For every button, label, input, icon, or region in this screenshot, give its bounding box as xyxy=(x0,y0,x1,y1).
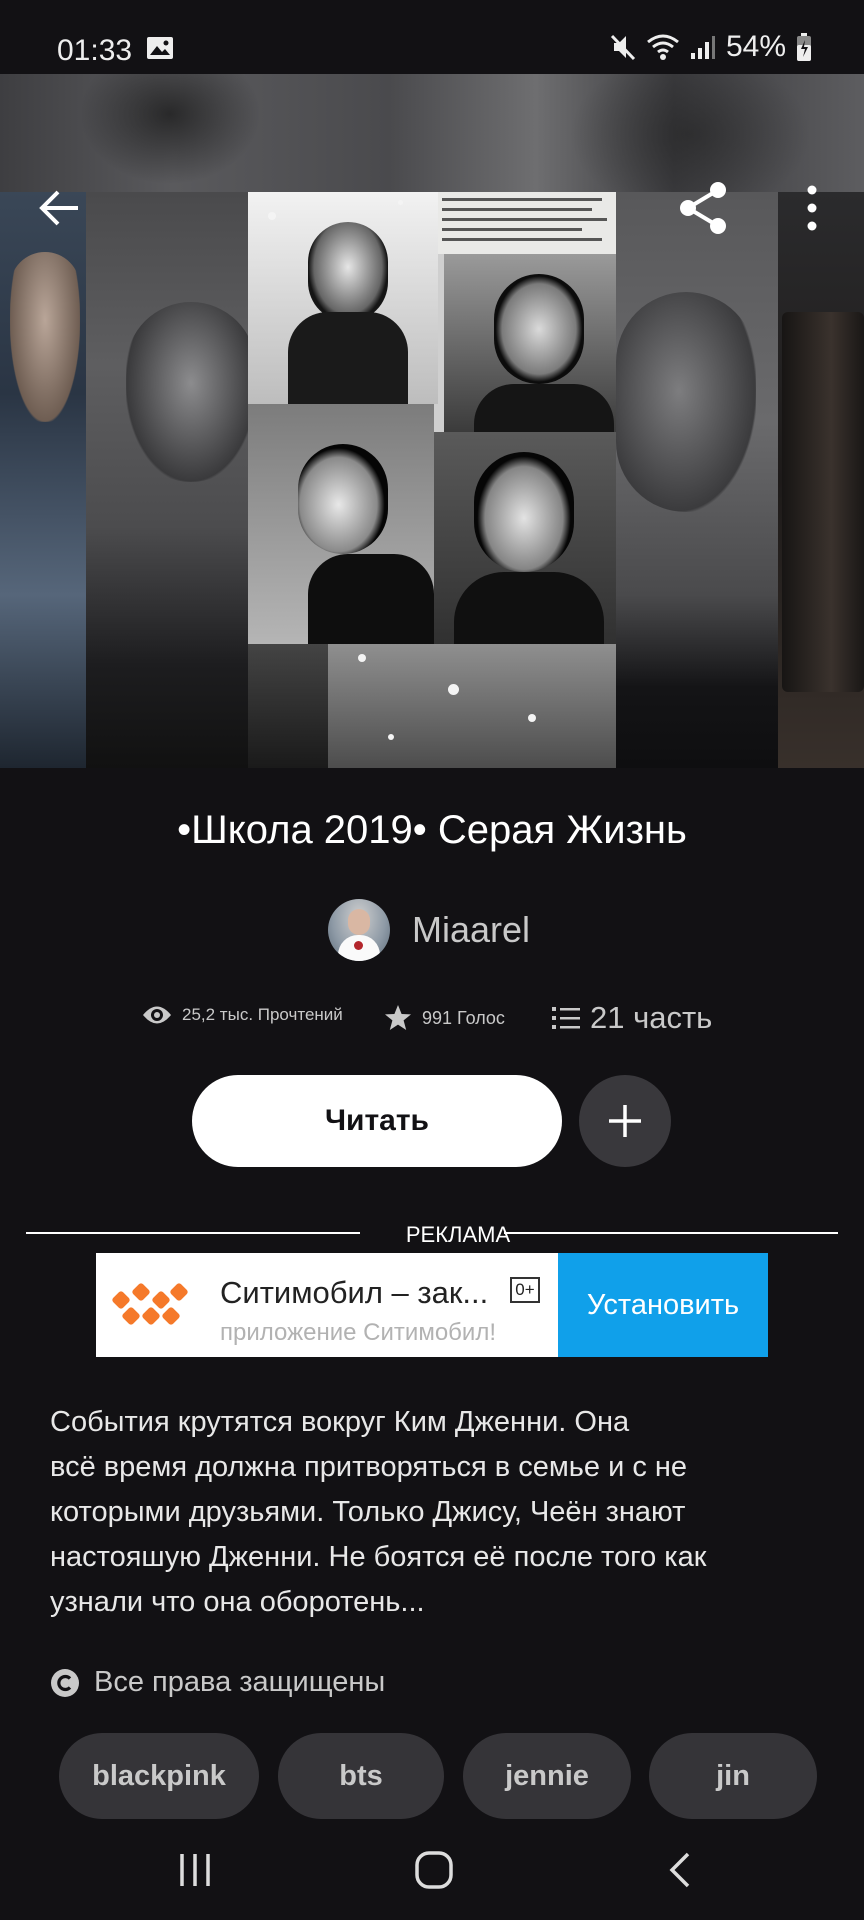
cover-carousel-prev-far[interactable] xyxy=(0,192,86,768)
ad-subtitle: приложение Ситимобил! xyxy=(220,1319,496,1346)
description-line: которыми друзьями. Только Джису, Чеён зн… xyxy=(50,1496,686,1528)
header-background xyxy=(0,74,864,194)
citymobil-logo-icon xyxy=(112,1283,188,1325)
votes-stat: 991 Голос xyxy=(384,1004,505,1032)
story-description: События крутятся вокруг Ким Дженни. Она … xyxy=(50,1400,810,1625)
avatar[interactable] xyxy=(328,899,390,961)
signal-icon xyxy=(690,36,715,59)
add-to-library-button[interactable] xyxy=(579,1075,671,1167)
copyright-row: Все права защищены xyxy=(50,1666,385,1699)
parts-count[interactable]: 21 часть xyxy=(590,1000,712,1036)
ad-banner[interactable]: Ситимобил – зак... 0+ приложение Ситимоб… xyxy=(96,1253,768,1357)
plus-icon xyxy=(609,1105,641,1137)
share-icon[interactable] xyxy=(674,178,734,238)
cover-photo-4 xyxy=(434,432,616,672)
tag-list: blackpink bts jennie jin xyxy=(0,1733,864,1819)
status-time: 01:33 xyxy=(57,34,133,67)
ad-age-rating: 0+ xyxy=(510,1277,540,1303)
cover-photo-3 xyxy=(248,404,434,644)
votes-count: 991 Голос xyxy=(422,1007,505,1028)
back-arrow-icon[interactable] xyxy=(36,184,84,232)
ad-divider: РЕКЛАМА xyxy=(26,1222,838,1252)
parts-stat[interactable]: 21 часть xyxy=(552,1000,712,1036)
tag-chip[interactable]: jin xyxy=(649,1733,817,1819)
story-title: •Школа 2019• Серая Жизнь xyxy=(177,808,687,852)
nav-back-icon[interactable] xyxy=(660,1850,700,1890)
cover-photo-6 xyxy=(328,644,616,768)
star-icon xyxy=(385,1005,411,1030)
mute-icon xyxy=(610,34,636,61)
cover-carousel-next[interactable] xyxy=(616,192,778,768)
description-line: узнали что она оборотень... xyxy=(50,1586,425,1618)
recent-apps-icon[interactable] xyxy=(176,1850,216,1890)
story-header xyxy=(0,74,864,768)
eye-icon xyxy=(143,1006,171,1024)
cover-photo-1 xyxy=(248,192,438,404)
cover-newspaper-clip xyxy=(438,192,616,254)
cover-carousel-next-far[interactable] xyxy=(778,192,864,768)
ad-install-button[interactable]: Установить xyxy=(558,1253,768,1357)
description-line: всё время должна притворяться в семье и … xyxy=(50,1451,688,1483)
status-icons: 54% xyxy=(610,30,812,64)
author-name[interactable]: Miaarel xyxy=(412,909,530,951)
home-icon[interactable] xyxy=(414,1850,454,1890)
reads-stat: 25,2 тыс. Прочтений xyxy=(142,1004,343,1026)
status-bar: 01:33 54% xyxy=(0,0,864,74)
cover-photo-2 xyxy=(444,254,616,444)
description-line: События крутятся вокруг Ким Дженни. Она xyxy=(50,1406,630,1438)
tag-chip[interactable]: bts xyxy=(278,1733,444,1819)
list-icon xyxy=(552,1007,580,1029)
ad-label: РЕКЛАМА xyxy=(405,1222,511,1247)
cover-photo-5 xyxy=(248,644,328,768)
wifi-icon xyxy=(647,34,679,60)
read-button[interactable]: Читать xyxy=(192,1075,562,1167)
cover-carousel-prev[interactable] xyxy=(86,192,256,768)
copyright-icon xyxy=(51,1668,79,1697)
system-nav-bar xyxy=(0,1830,864,1920)
author-row[interactable]: Miaarel xyxy=(328,899,530,961)
description-line: настояшую Дженни. Не боятся её после тог… xyxy=(50,1541,707,1573)
battery-icon xyxy=(797,33,811,61)
more-vert-icon[interactable] xyxy=(800,182,824,234)
tag-chip[interactable]: blackpink xyxy=(59,1733,259,1819)
reads-count: 25,2 тыс. Прочтений xyxy=(182,1005,343,1024)
gallery-icon xyxy=(147,37,173,59)
ad-title: Ситимобил – зак... xyxy=(220,1275,489,1310)
tag-chip[interactable]: jennie xyxy=(463,1733,631,1819)
story-cover[interactable] xyxy=(248,192,616,768)
battery-percent: 54% xyxy=(725,30,786,63)
story-stats: 25,2 тыс. Прочтений 991 Голос 21 часть xyxy=(0,1000,864,1046)
copyright-text: Все права защищены xyxy=(94,1666,386,1698)
